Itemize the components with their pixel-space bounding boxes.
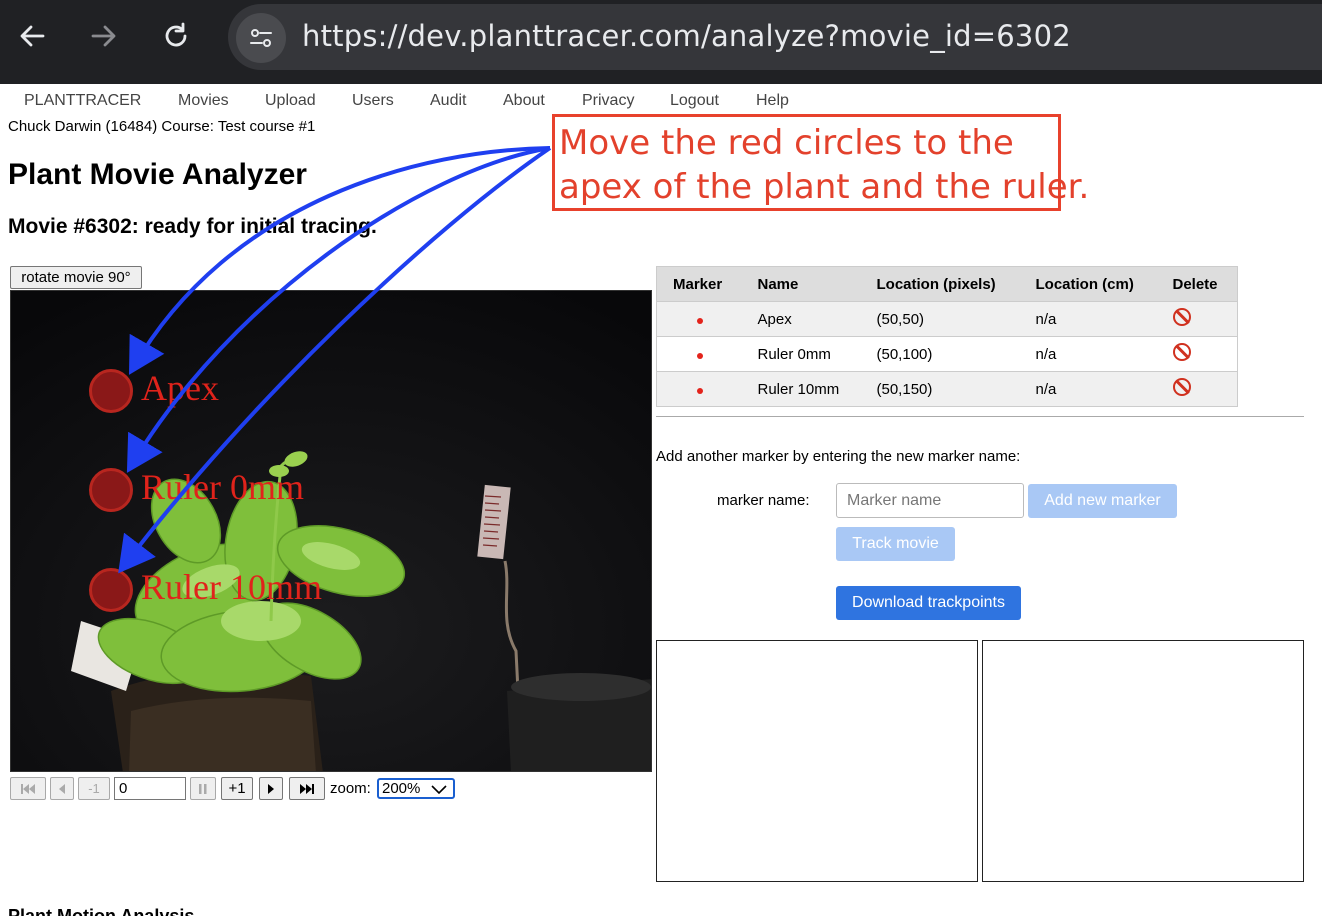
reload-icon[interactable] — [158, 18, 194, 54]
pause-button[interactable] — [190, 777, 216, 800]
frame-number-input[interactable] — [114, 777, 186, 800]
table-row: Ruler 0mm (50,100) n/a — [656, 336, 1238, 372]
minus-one-button[interactable]: -1 — [78, 777, 110, 800]
col-location-pixels: Location (pixels) — [876, 266, 1036, 302]
location-cm-cell: n/a — [1035, 301, 1173, 337]
plus-one-button[interactable]: +1 — [221, 777, 253, 800]
table-row: Ruler 10mm (50,150) n/a — [656, 371, 1238, 407]
user-course-info: Chuck Darwin (16484) Course: Test course… — [8, 118, 316, 135]
delete-icon[interactable] — [1172, 308, 1191, 326]
ruler-0mm-marker-label: Ruler 0mm — [141, 467, 304, 507]
callout-line-1: Move the red circles to the — [559, 123, 1014, 163]
nav-logout[interactable]: Logout — [670, 92, 719, 110]
address-bar[interactable]: https://dev.planttracer.com/analyze?movi… — [228, 4, 1322, 70]
location-cm-cell: n/a — [1035, 371, 1173, 407]
apex-marker-circle[interactable] — [89, 369, 133, 413]
ruler-10mm-marker-label: Ruler 10mm — [141, 567, 322, 607]
ruler-10mm-marker-circle[interactable] — [89, 568, 133, 612]
nav-movies[interactable]: Movies — [178, 92, 229, 110]
site-settings-icon[interactable] — [236, 13, 286, 63]
table-row: Apex (50,50) n/a — [656, 301, 1238, 337]
play-button[interactable] — [259, 777, 283, 800]
location-pixels-cell: (50,50) — [876, 301, 1036, 337]
nav-users[interactable]: Users — [352, 92, 394, 110]
delete-icon[interactable] — [1172, 378, 1191, 396]
col-name: Name — [757, 266, 877, 302]
last-frame-button[interactable] — [289, 777, 325, 800]
graph-panel-right — [982, 640, 1304, 882]
divider — [656, 416, 1304, 417]
marker-name-input[interactable] — [836, 483, 1024, 518]
first-frame-button[interactable] — [10, 777, 46, 800]
col-marker: Marker — [656, 266, 758, 302]
download-trackpoints-button[interactable]: Download trackpoints — [836, 586, 1021, 620]
callout-line-2: apex of the plant and the ruler. — [559, 167, 1090, 207]
site-nav: PLANTTRACER Movies Upload Users Audit Ab… — [0, 84, 1322, 118]
ruler-0mm-marker-circle[interactable] — [89, 468, 133, 512]
marker-dot-icon — [697, 317, 703, 324]
zoom-value: 200% — [382, 780, 421, 797]
graph-panel-left — [656, 640, 978, 882]
nav-help[interactable]: Help — [756, 92, 789, 110]
location-cm-cell: n/a — [1035, 336, 1173, 372]
back-arrow-icon[interactable] — [14, 18, 50, 54]
location-pixels-cell: (50,150) — [876, 371, 1036, 407]
track-movie-button[interactable]: Track movie — [836, 527, 955, 561]
zoom-select[interactable]: 200% — [377, 778, 455, 799]
nav-audit[interactable]: Audit — [430, 92, 466, 110]
apex-marker-label: Apex — [141, 368, 219, 408]
movie-status-heading: Movie #6302: ready for initial tracing. — [8, 215, 377, 238]
movie-frame[interactable]: Apex Ruler 0mm Ruler 10mm — [10, 290, 652, 772]
prev-frame-button[interactable] — [50, 777, 74, 800]
nav-about[interactable]: About — [503, 92, 545, 110]
add-marker-prompt: Add another marker by entering the new m… — [656, 448, 1021, 465]
col-location-cm: Location (cm) — [1035, 266, 1173, 302]
url-text[interactable]: https://dev.planttracer.com/analyze?movi… — [302, 19, 1071, 53]
plant-image — [11, 291, 651, 771]
plant-motion-analysis-heading: Plant Motion Analysis — [8, 906, 195, 916]
rotate-movie-button[interactable]: rotate movie 90° — [10, 266, 142, 289]
marker-dot-icon — [697, 352, 703, 359]
marker-dot-icon — [697, 387, 703, 394]
page-title: Plant Movie Analyzer — [8, 158, 307, 191]
zoom-label: zoom: — [330, 780, 371, 797]
add-new-marker-button[interactable]: Add new marker — [1028, 484, 1177, 518]
marker-name-label: marker name: — [717, 492, 810, 509]
browser-toolbar: https://dev.planttracer.com/analyze?movi… — [0, 0, 1322, 84]
forward-arrow-icon[interactable] — [86, 18, 122, 54]
chevron-down-icon — [431, 785, 447, 795]
marker-name-cell: Apex — [757, 301, 877, 337]
marker-name-cell: Ruler 10mm — [757, 371, 877, 407]
delete-icon[interactable] — [1172, 343, 1191, 361]
nav-privacy[interactable]: Privacy — [582, 92, 634, 110]
nav-home[interactable]: PLANTTRACER — [24, 92, 141, 110]
marker-table: Marker Name Location (pixels) Location (… — [656, 266, 1238, 407]
col-delete: Delete — [1172, 266, 1238, 302]
location-pixels-cell: (50,100) — [876, 336, 1036, 372]
marker-name-cell: Ruler 0mm — [757, 336, 877, 372]
instruction-callout: Move the red circles to the apex of the … — [552, 114, 1089, 211]
nav-upload[interactable]: Upload — [265, 92, 316, 110]
